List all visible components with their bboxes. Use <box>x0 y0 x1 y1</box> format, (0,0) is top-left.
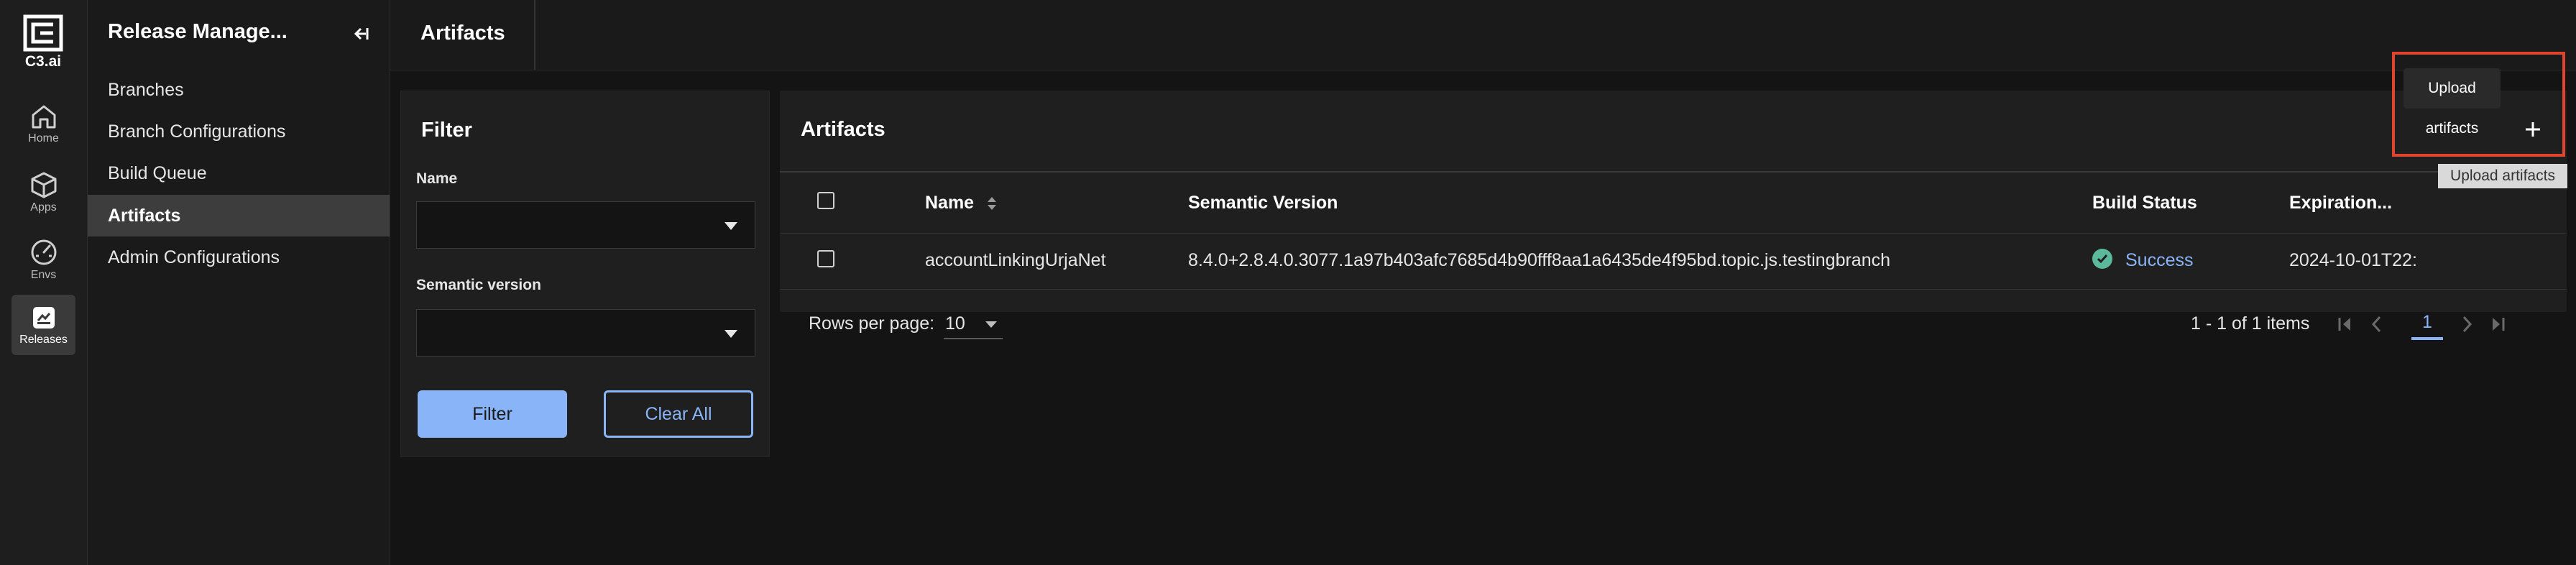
rail-item-releases[interactable]: Releases <box>12 295 75 355</box>
rows-per-page-select[interactable]: 10 <box>944 309 1003 339</box>
rail-item-apps[interactable]: Apps <box>12 161 75 221</box>
rows-per-page-label: Rows per page: <box>809 313 935 334</box>
row-divider <box>780 289 2567 290</box>
semantic-version-select[interactable] <box>416 309 755 357</box>
build-status-text[interactable]: Success <box>2125 250 2193 271</box>
pagination-range: 1 - 1 of 1 items <box>2191 313 2310 334</box>
highlight-box <box>2392 52 2565 157</box>
app-rail: C3.ai Home Apps Envs Releases <box>0 0 88 565</box>
upload-tooltip-light: Upload artifacts <box>2438 164 2567 188</box>
row-checkbox[interactable] <box>817 250 834 267</box>
releases-icon <box>32 307 55 329</box>
column-header-name[interactable]: Name <box>925 193 998 213</box>
nav-item-admin-configurations[interactable]: Admin Configurations <box>88 236 390 278</box>
column-header-build-status[interactable]: Build Status <box>2092 193 2197 213</box>
artifact-semantic-version: 8.4.0+2.8.4.0.3077.1a97b403afc7685d4b90f… <box>1188 250 1891 270</box>
semantic-version-label: Semantic version <box>416 277 541 293</box>
table-divider <box>780 171 2567 173</box>
artifact-expiration: 2024-10-01T22: <box>2289 250 2417 270</box>
check-circle-icon <box>2092 249 2112 269</box>
last-page-icon[interactable] <box>2489 313 2506 335</box>
rail-item-label: Apps <box>30 201 57 213</box>
artifacts-title: Artifacts <box>801 118 886 141</box>
column-header-name-label: Name <box>925 193 975 213</box>
app-title: Release Manage... <box>108 20 288 43</box>
chevron-down-icon <box>724 330 737 338</box>
rail-item-label: Releases <box>19 334 68 346</box>
logo-text: C3.ai <box>24 53 62 70</box>
current-page[interactable]: 1 <box>2411 312 2443 340</box>
collapse-sidebar-icon[interactable] <box>348 23 369 45</box>
rail-item-label: Home <box>28 132 59 144</box>
nav-item-artifacts[interactable]: Artifacts <box>88 195 390 236</box>
cube-icon <box>31 172 56 198</box>
filter-panel: Filter Name Semantic version Filter Clea… <box>400 91 770 457</box>
header-divider <box>534 0 535 70</box>
row-divider <box>780 233 2567 234</box>
column-header-expiration[interactable]: Expiration... <box>2289 193 2392 213</box>
side-nav: Release Manage... Branches Branch Config… <box>88 0 390 565</box>
clear-all-button[interactable]: Clear All <box>604 390 753 438</box>
artifact-name: accountLinkingUrjaNet <box>925 250 1106 270</box>
rows-per-page-value: 10 <box>945 313 965 334</box>
next-page-icon[interactable] <box>2458 313 2475 335</box>
first-page-icon[interactable] <box>2337 313 2354 335</box>
name-label: Name <box>416 170 458 187</box>
nav-item-branches[interactable]: Branches <box>88 69 390 111</box>
previous-page-icon[interactable] <box>2368 313 2386 335</box>
name-select[interactable] <box>416 201 755 249</box>
chevron-down-icon <box>724 222 737 230</box>
sort-icon[interactable] <box>986 195 998 212</box>
home-icon <box>32 105 55 129</box>
c3-logo[interactable]: C3.ai <box>22 14 65 70</box>
column-header-semantic-version[interactable]: Semantic Version <box>1188 193 1338 213</box>
rail-item-envs[interactable]: Envs <box>12 229 75 289</box>
filter-button[interactable]: Filter <box>418 390 567 438</box>
gauge-icon <box>31 239 56 265</box>
select-all-checkbox[interactable] <box>817 192 834 209</box>
filter-title: Filter <box>421 119 472 142</box>
rail-item-home[interactable]: Home <box>12 93 75 154</box>
rail-item-label: Envs <box>30 269 57 281</box>
chevron-down-icon <box>985 321 997 328</box>
artifacts-panel: Artifacts Name Semantic Version Build St… <box>780 91 2567 340</box>
page-header: Artifacts <box>390 0 2576 70</box>
nav-item-branch-configurations[interactable]: Branch Configurations <box>88 111 390 152</box>
page-title: Artifacts <box>420 22 505 45</box>
nav-item-build-queue[interactable]: Build Queue <box>88 152 390 194</box>
c3-logo-icon <box>23 14 63 52</box>
